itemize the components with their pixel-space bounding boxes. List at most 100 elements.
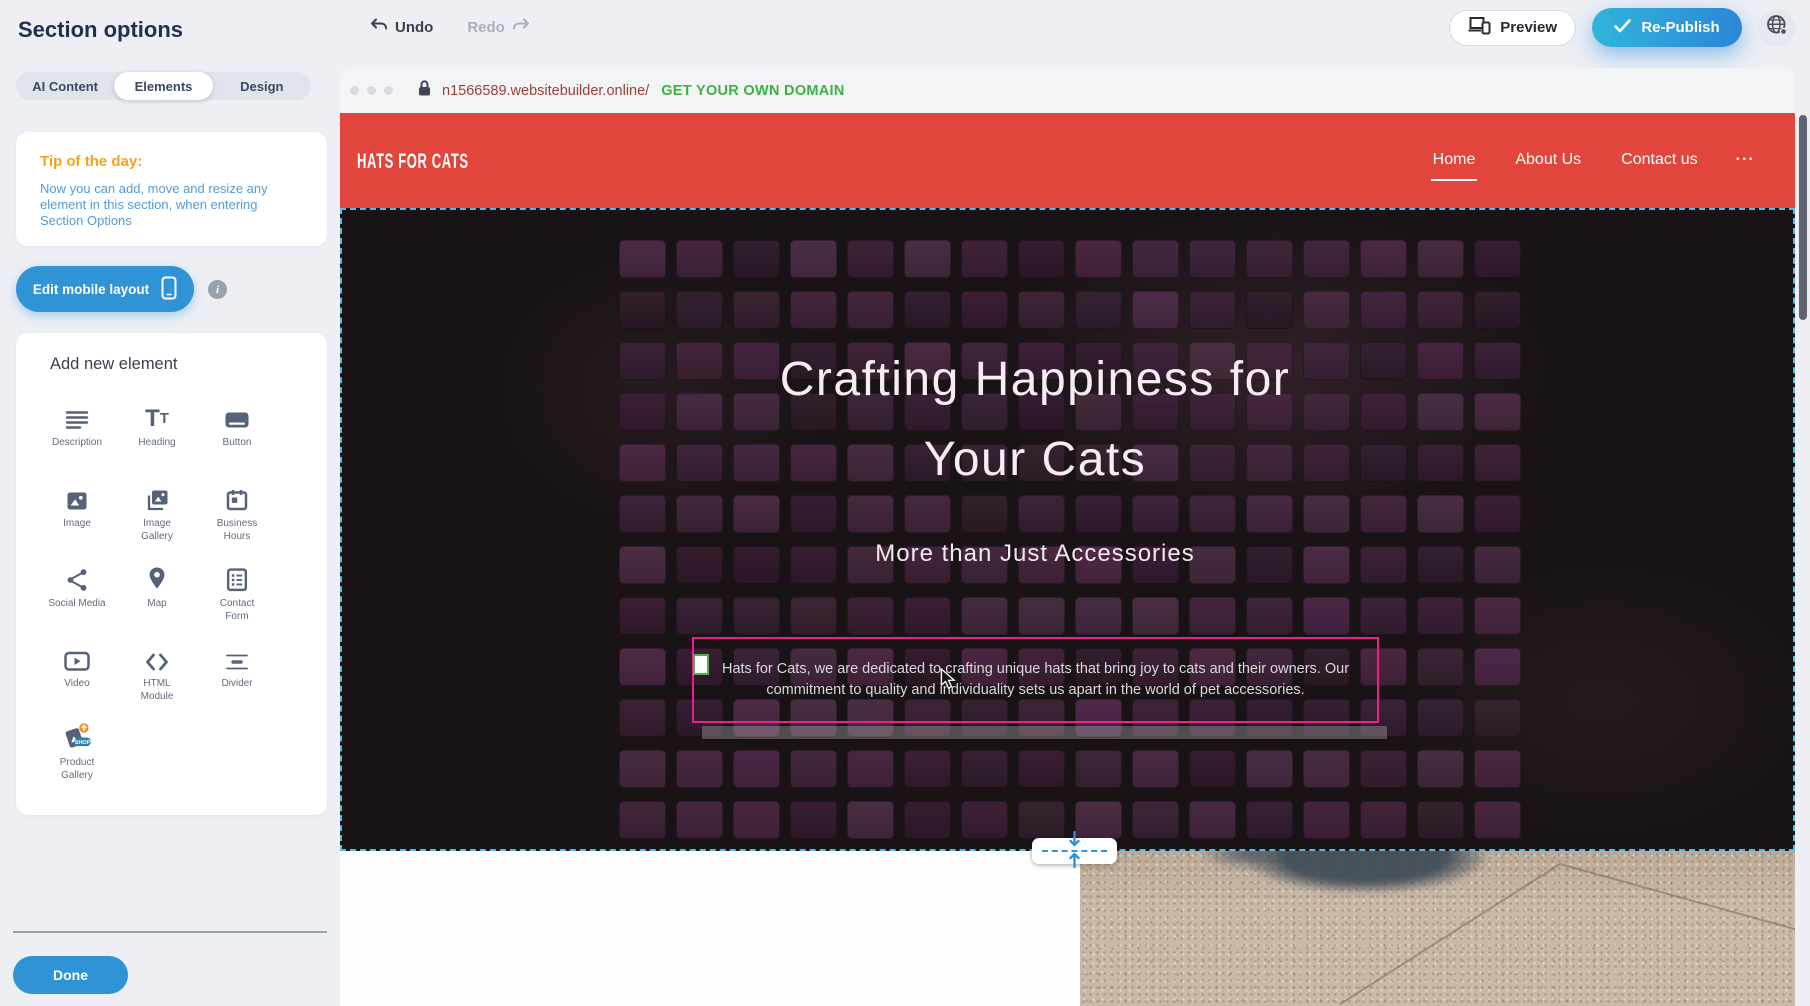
hero-tile (676, 495, 723, 533)
tab-label: Elements (135, 79, 193, 94)
phone-icon (161, 276, 177, 303)
element-label: Description (37, 436, 117, 449)
hero-tile (619, 546, 666, 584)
element-item[interactable]: Business Hours (197, 479, 277, 543)
hero-tile (904, 750, 951, 788)
element-item[interactable]: HTML Module (117, 639, 197, 703)
hero-tile (619, 291, 666, 329)
element-item[interactable]: Map (117, 559, 197, 610)
undo-button[interactable]: Undo (370, 18, 433, 36)
hero-tile (1417, 444, 1464, 482)
hero-tile (1474, 801, 1521, 839)
hero-tile (1189, 750, 1236, 788)
hero-section-selected[interactable]: Crafting Happiness for Your Cats More th… (340, 208, 1795, 851)
hero-tile (961, 240, 1008, 278)
hero-tile (1474, 648, 1521, 686)
element-item[interactable]: Video (37, 639, 117, 690)
hero-subheading[interactable]: More than Just Accessories (735, 540, 1335, 568)
element-item[interactable]: TT Heading (117, 398, 197, 449)
hero-tile (1018, 495, 1065, 533)
hero-tile (1417, 342, 1464, 380)
hero-tile (733, 801, 780, 839)
hero-tile (904, 597, 951, 635)
hero-tile (1474, 546, 1521, 584)
redo-button[interactable]: Redo (467, 18, 530, 36)
element-item[interactable]: Button (197, 398, 277, 449)
republish-button[interactable]: Re-Publish (1592, 8, 1742, 47)
element-item[interactable]: Image Gallery (117, 479, 197, 543)
hero-tile (1474, 240, 1521, 278)
edit-mobile-layout-button[interactable]: Edit mobile layout (16, 266, 194, 312)
nav-item[interactable]: About Us (1513, 141, 1583, 181)
nav-items: Home About Us Contact us (1431, 141, 1700, 181)
nav-item[interactable]: Contact us (1619, 141, 1699, 181)
tip-title: Tip of the day: (40, 153, 303, 170)
hero-tile (1417, 495, 1464, 533)
arrow-up-icon (1068, 851, 1081, 873)
scrollbar-thumb[interactable] (1799, 115, 1807, 320)
hero-paragraph: Hats for Cats, we are dedicated to craft… (712, 659, 1360, 701)
element-label: Image (37, 517, 117, 530)
hero-tile (1189, 597, 1236, 635)
hero-tile (961, 597, 1008, 635)
hero-tile (1075, 750, 1122, 788)
hero-tile (1018, 240, 1065, 278)
hero-tile (1417, 393, 1464, 431)
get-domain-link[interactable]: GET YOUR OWN DOMAIN (661, 83, 844, 99)
tab[interactable]: AI Content (16, 72, 114, 100)
hero-tile (1360, 495, 1407, 533)
nav-item-label: Contact us (1621, 151, 1697, 168)
hero-tile (1360, 750, 1407, 788)
hero-tile (1018, 750, 1065, 788)
next-section-image[interactable] (1080, 851, 1795, 1006)
element-item[interactable]: Contact Form (197, 559, 277, 623)
info-icon[interactable]: i (208, 280, 227, 299)
hero-tile (1189, 291, 1236, 329)
site-logo[interactable]: HATS FOR CATS (357, 150, 469, 174)
hero-tile (790, 495, 837, 533)
paragraph-element-selected[interactable]: Hats for Cats, we are dedicated to craft… (692, 637, 1379, 723)
hero-tile (619, 342, 666, 380)
element-label: HTML Module (117, 677, 197, 703)
nav-more-button[interactable]: ... (1736, 147, 1755, 175)
element-item[interactable]: Image (37, 479, 117, 530)
hero-tile (1303, 444, 1350, 482)
undo-label: Undo (395, 19, 433, 36)
element-drag-handle[interactable] (693, 654, 709, 675)
element-item[interactable]: Social Media (37, 559, 117, 610)
element-icon (197, 479, 277, 513)
hero-tile (1246, 240, 1293, 278)
element-label: Button (197, 436, 277, 449)
tab[interactable]: Elements (114, 72, 212, 100)
element-item[interactable]: Description (37, 398, 117, 449)
language-globe-button[interactable] (1758, 9, 1796, 47)
next-section-background[interactable] (340, 851, 1080, 1006)
hero-tile (1360, 801, 1407, 839)
hero-tile (904, 291, 951, 329)
element-item[interactable]: SHOP Product Gallery (37, 718, 117, 782)
pavement-seam (1560, 863, 1795, 930)
hero-tile (619, 597, 666, 635)
tab[interactable]: Design (213, 72, 311, 100)
hero-heading[interactable]: Crafting Happiness for Your Cats (765, 340, 1305, 500)
nav-item[interactable]: Home (1431, 141, 1478, 181)
hero-tile (1246, 801, 1293, 839)
preview-button[interactable]: Preview (1449, 10, 1576, 46)
site-nav: Home About Us Contact us ... (1431, 113, 1755, 208)
hero-tile (1417, 648, 1464, 686)
element-item[interactable]: Divider (197, 639, 277, 690)
hero-tile (619, 699, 666, 737)
hero-tile (733, 495, 780, 533)
hero-tile (1474, 750, 1521, 788)
hero-tile (847, 291, 894, 329)
section-resize-handle[interactable] (1032, 838, 1117, 864)
tip-card: Tip of the day: Now you can add, move an… (16, 132, 327, 246)
hero-tile (790, 291, 837, 329)
element-icon (37, 479, 117, 513)
done-button[interactable]: Done (13, 956, 128, 994)
element-icon (117, 639, 197, 673)
hero-tile (676, 546, 723, 584)
hero-tile (1474, 495, 1521, 533)
hero-tile (1132, 801, 1179, 839)
nav-item-label: About Us (1515, 151, 1581, 168)
